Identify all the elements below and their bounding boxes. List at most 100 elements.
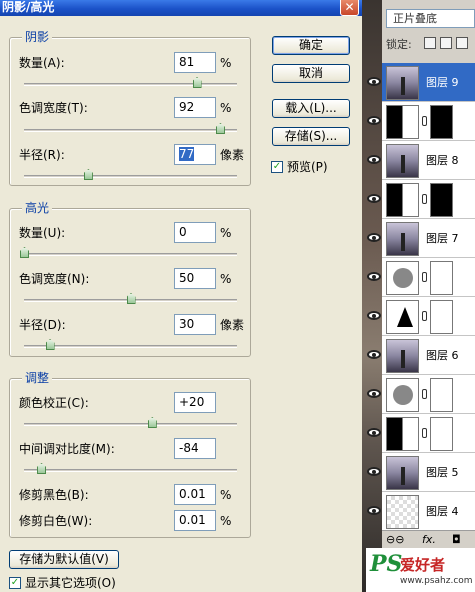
layer-thumbnail[interactable] xyxy=(386,495,419,529)
layer-row[interactable]: 图层 9 xyxy=(367,63,475,102)
layer-thumbnail[interactable] xyxy=(386,144,419,178)
mask-link-icon[interactable] xyxy=(422,116,427,126)
highlights-radius-slider-track[interactable] xyxy=(24,345,237,348)
layer-mask-thumbnail[interactable] xyxy=(430,417,453,451)
layer-row[interactable] xyxy=(367,414,475,453)
preview-checkbox[interactable]: ✓ xyxy=(271,161,283,173)
shadows-amount-slider-track[interactable] xyxy=(24,83,237,86)
visibility-eye-icon[interactable] xyxy=(367,194,381,203)
mask-link-icon[interactable] xyxy=(422,389,427,399)
layers-panel: 正片叠底 锁定: 图层 9 图层 8 图层 7 图层 6 图层 5 图层 4 ⊖⊖ fx.… xyxy=(362,0,475,592)
highlights-tonal-width-slider-thumb[interactable] xyxy=(126,293,136,304)
shadows-tonal-width-input[interactable]: 92 xyxy=(174,97,216,118)
visibility-eye-icon[interactable] xyxy=(367,233,381,242)
visibility-eye-icon[interactable] xyxy=(367,311,381,320)
lock-brush-icon[interactable] xyxy=(440,37,452,49)
adjustment-thumbnail[interactable] xyxy=(386,300,419,334)
visibility-eye-icon[interactable] xyxy=(367,389,381,398)
blend-mode-select[interactable]: 正片叠底 xyxy=(386,9,475,28)
visibility-eye-icon[interactable] xyxy=(367,467,381,476)
visibility-eye-icon[interactable] xyxy=(367,506,381,515)
layer-mask-thumbnail[interactable] xyxy=(430,183,453,217)
shadows-radius-slider-track[interactable] xyxy=(24,175,237,178)
visibility-eye-icon[interactable] xyxy=(367,272,381,281)
shadows-tonal-width-slider-track[interactable] xyxy=(24,129,237,132)
adjustment-thumbnail[interactable] xyxy=(386,183,419,217)
layer-row[interactable] xyxy=(367,375,475,414)
midtone-contrast-slider-thumb[interactable] xyxy=(37,463,47,474)
layer-mask-thumbnail[interactable] xyxy=(430,105,453,139)
highlights-tonal-width-label: 色调宽度(N): xyxy=(19,272,90,286)
shadows-tonal-width-slider-thumb[interactable] xyxy=(215,123,225,134)
mask-link-icon[interactable] xyxy=(422,272,427,282)
midtone-contrast-slider-track[interactable] xyxy=(24,469,237,472)
highlights-amount-label: 数量(U): xyxy=(19,226,66,240)
shadows-amount-slider-thumb[interactable] xyxy=(192,77,202,88)
layer-row[interactable]: 图层 8 xyxy=(367,141,475,180)
layer-thumbnail[interactable] xyxy=(386,456,419,490)
layer-name: 图层 8 xyxy=(426,154,459,167)
layer-row[interactable]: 图层 4 xyxy=(367,492,475,531)
highlights-tonal-width-input[interactable]: 50 xyxy=(174,268,216,289)
layer-row[interactable] xyxy=(367,102,475,141)
lock-move-icon[interactable] xyxy=(456,37,468,49)
shadows-radius-input[interactable]: 77 xyxy=(174,144,216,165)
add-mask-icon[interactable]: ◘ xyxy=(452,534,461,546)
visibility-eye-icon[interactable] xyxy=(367,155,381,164)
black-clip-input[interactable]: 0.01 xyxy=(174,484,216,505)
layer-thumbnail[interactable] xyxy=(386,222,419,256)
dialog-title-bar[interactable]: 阴影/高光 ✕ xyxy=(0,0,362,16)
cancel-button[interactable]: 取消 xyxy=(272,64,350,83)
shadows-group: 阴影 数量(A): 81 % 色调宽度(T): 92 % 半径(R): 77 像… xyxy=(9,30,251,186)
layer-thumbnail[interactable] xyxy=(386,66,419,100)
layer-name: 图层 5 xyxy=(426,466,459,479)
dialog-title: 阴影/高光 xyxy=(2,0,55,14)
layer-row[interactable] xyxy=(367,180,475,219)
midtone-contrast-input[interactable]: -84 xyxy=(174,438,216,459)
layer-row[interactable] xyxy=(367,297,475,336)
shadows-amount-input[interactable]: 81 xyxy=(174,52,216,73)
highlights-amount-unit: % xyxy=(220,226,232,240)
watermark-url: www.psahz.com xyxy=(400,576,473,586)
layer-row[interactable]: 图层 7 xyxy=(367,219,475,258)
layer-thumbnail[interactable] xyxy=(386,339,419,373)
visibility-eye-icon[interactable] xyxy=(367,350,381,359)
highlights-radius-input[interactable]: 30 xyxy=(174,314,216,335)
lock-transparent-icon[interactable] xyxy=(424,37,436,49)
adjustment-thumbnail[interactable] xyxy=(386,417,419,451)
link-layers-icon[interactable]: ⊖⊖ xyxy=(386,534,404,546)
highlights-amount-input[interactable]: 0 xyxy=(174,222,216,243)
color-correction-slider-track[interactable] xyxy=(24,423,237,426)
color-correction-input[interactable]: +20 xyxy=(174,392,216,413)
visibility-eye-icon[interactable] xyxy=(367,428,381,437)
load-button[interactable]: 载入(L)... xyxy=(272,99,350,118)
layer-mask-thumbnail[interactable] xyxy=(430,300,453,334)
adjustment-thumbnail[interactable] xyxy=(386,378,419,412)
layer-list: 图层 9 图层 8 图层 7 图层 6 图层 5 图层 4 xyxy=(367,63,475,531)
shadows-radius-slider-thumb[interactable] xyxy=(83,169,93,180)
layer-row[interactable] xyxy=(367,258,475,297)
show-more-options-checkbox[interactable]: ✓ xyxy=(9,577,21,589)
mask-link-icon[interactable] xyxy=(422,428,427,438)
layer-mask-thumbnail[interactable] xyxy=(430,261,453,295)
mask-link-icon[interactable] xyxy=(422,194,427,204)
close-button[interactable]: ✕ xyxy=(340,0,359,16)
layer-name: 图层 9 xyxy=(426,76,459,89)
white-clip-input[interactable]: 0.01 xyxy=(174,510,216,531)
visibility-eye-icon[interactable] xyxy=(367,77,381,86)
adjustment-thumbnail[interactable] xyxy=(386,261,419,295)
layer-row[interactable]: 图层 5 xyxy=(367,453,475,492)
mask-link-icon[interactable] xyxy=(422,311,427,321)
highlights-radius-slider-thumb[interactable] xyxy=(45,339,55,350)
ok-button[interactable]: 确定 xyxy=(272,36,350,55)
save-as-default-button[interactable]: 存储为默认值(V) xyxy=(9,550,119,569)
adjustment-thumbnail[interactable] xyxy=(386,105,419,139)
save-button[interactable]: 存储(S)... xyxy=(272,127,350,146)
layer-mask-thumbnail[interactable] xyxy=(430,378,453,412)
fx-icon[interactable]: fx. xyxy=(422,534,436,546)
visibility-eye-icon[interactable] xyxy=(367,116,381,125)
layer-row[interactable]: 图层 6 xyxy=(367,336,475,375)
highlights-amount-slider-track[interactable] xyxy=(24,253,237,256)
highlights-amount-slider-thumb[interactable] xyxy=(20,247,29,258)
color-correction-slider-thumb[interactable] xyxy=(147,417,157,428)
